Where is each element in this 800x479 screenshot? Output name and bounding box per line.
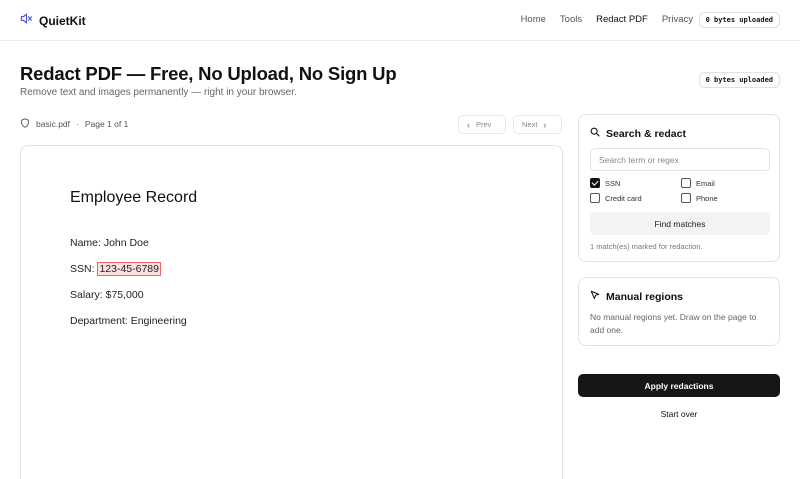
prev-label: Prev (476, 120, 492, 129)
chevron-right-icon: › (543, 119, 547, 130)
checkbox-label: Credit card (605, 193, 642, 203)
main-nav: Home Tools Redact PDF Privacy (521, 14, 693, 25)
checkbox-phone[interactable]: Phone (681, 193, 770, 203)
cursor-arrow-icon (590, 290, 600, 303)
checkbox-checked-icon[interactable] (590, 178, 600, 188)
find-matches-button[interactable]: Find matches (590, 212, 770, 235)
muted-speaker-icon (20, 12, 33, 30)
checkbox-unchecked-icon[interactable] (590, 193, 600, 203)
prev-page-button[interactable]: ‹ Prev (458, 115, 506, 134)
search-redact-panel: Search & redact SSN Email Credit card Ph… (578, 114, 780, 262)
file-info-bar: basic.pdf · Page 1 of 1 (20, 118, 128, 130)
document-line-ssn: SSN: 123-45-6789 (70, 262, 161, 276)
next-label: Next (522, 120, 538, 129)
document-heading: Employee Record (70, 189, 198, 206)
line-value: $75,000 (105, 289, 144, 301)
checkbox-label: Phone (696, 193, 718, 203)
nav-home[interactable]: Home (521, 14, 546, 25)
manual-panel-title: Manual regions (606, 290, 684, 303)
document-line-name: Name: John Doe (70, 237, 149, 249)
page-subtitle: Remove text and images permanently — rig… (20, 87, 297, 98)
line-label: Salary: (70, 289, 106, 301)
search-panel-header: Search & redact (590, 127, 686, 140)
nav-tools[interactable]: Tools (560, 14, 582, 25)
nav-privacy[interactable]: Privacy (662, 14, 693, 25)
manual-regions-panel: Manual regions No manual regions yet. Dr… (578, 277, 780, 346)
line-value: John Doe (103, 237, 149, 249)
line-label: Department: (70, 315, 131, 327)
line-label: Name: (70, 237, 104, 249)
line-value: Engineering (130, 315, 187, 327)
shield-icon (20, 118, 30, 130)
document-line-salary: Salary: $75,000 (70, 289, 144, 301)
checkbox-unchecked-icon[interactable] (681, 178, 691, 188)
apply-redactions-button[interactable]: Apply redactions (578, 374, 780, 397)
checkbox-label: SSN (605, 178, 621, 188)
checkbox-unchecked-icon[interactable] (681, 193, 691, 203)
next-page-button[interactable]: Next › (513, 115, 562, 134)
start-over-link[interactable]: Start over (578, 409, 780, 419)
page-title: Redact PDF — Free, No Upload, No Sign Up (20, 63, 397, 84)
brand-logo[interactable]: QuietKit (20, 12, 86, 30)
file-name: basic.pdf (36, 119, 71, 129)
checkbox-label: Email (696, 178, 715, 188)
manual-regions-empty-text: No manual regions yet. Draw on the page … (590, 312, 757, 335)
document-line-department: Department: Engineering (70, 315, 187, 327)
line-label: SSN: (70, 263, 98, 275)
checkbox-ssn[interactable]: SSN (590, 178, 681, 188)
upload-status-badge: 0 bytes uploaded (698, 12, 780, 28)
brand-name: QuietKit (39, 14, 86, 28)
search-icon (590, 127, 600, 140)
separator-dot: · (76, 119, 79, 129)
pattern-checkboxes: SSN Email Credit card Phone (590, 178, 770, 203)
page-upload-badge: 0 bytes uploaded (698, 72, 780, 88)
checkbox-credit-card[interactable]: Credit card (590, 193, 681, 203)
top-header: QuietKit Home Tools Redact PDF Privacy 0… (0, 0, 800, 41)
redaction-highlight[interactable]: 123-45-6789 (97, 262, 161, 276)
page-indicator: Page 1 of 1 (84, 119, 129, 129)
manual-panel-header: Manual regions (590, 290, 683, 303)
search-input[interactable] (590, 148, 770, 171)
chevron-left-icon: ‹ (467, 119, 470, 130)
search-panel-title: Search & redact (606, 127, 686, 140)
nav-redact-pdf[interactable]: Redact PDF (596, 14, 648, 25)
checkbox-email[interactable]: Email (681, 178, 770, 188)
match-status-text: 1 match(es) marked for redaction. (590, 242, 703, 251)
pdf-page-canvas[interactable]: Employee Record Name: John Doe SSN: 123-… (20, 145, 563, 479)
